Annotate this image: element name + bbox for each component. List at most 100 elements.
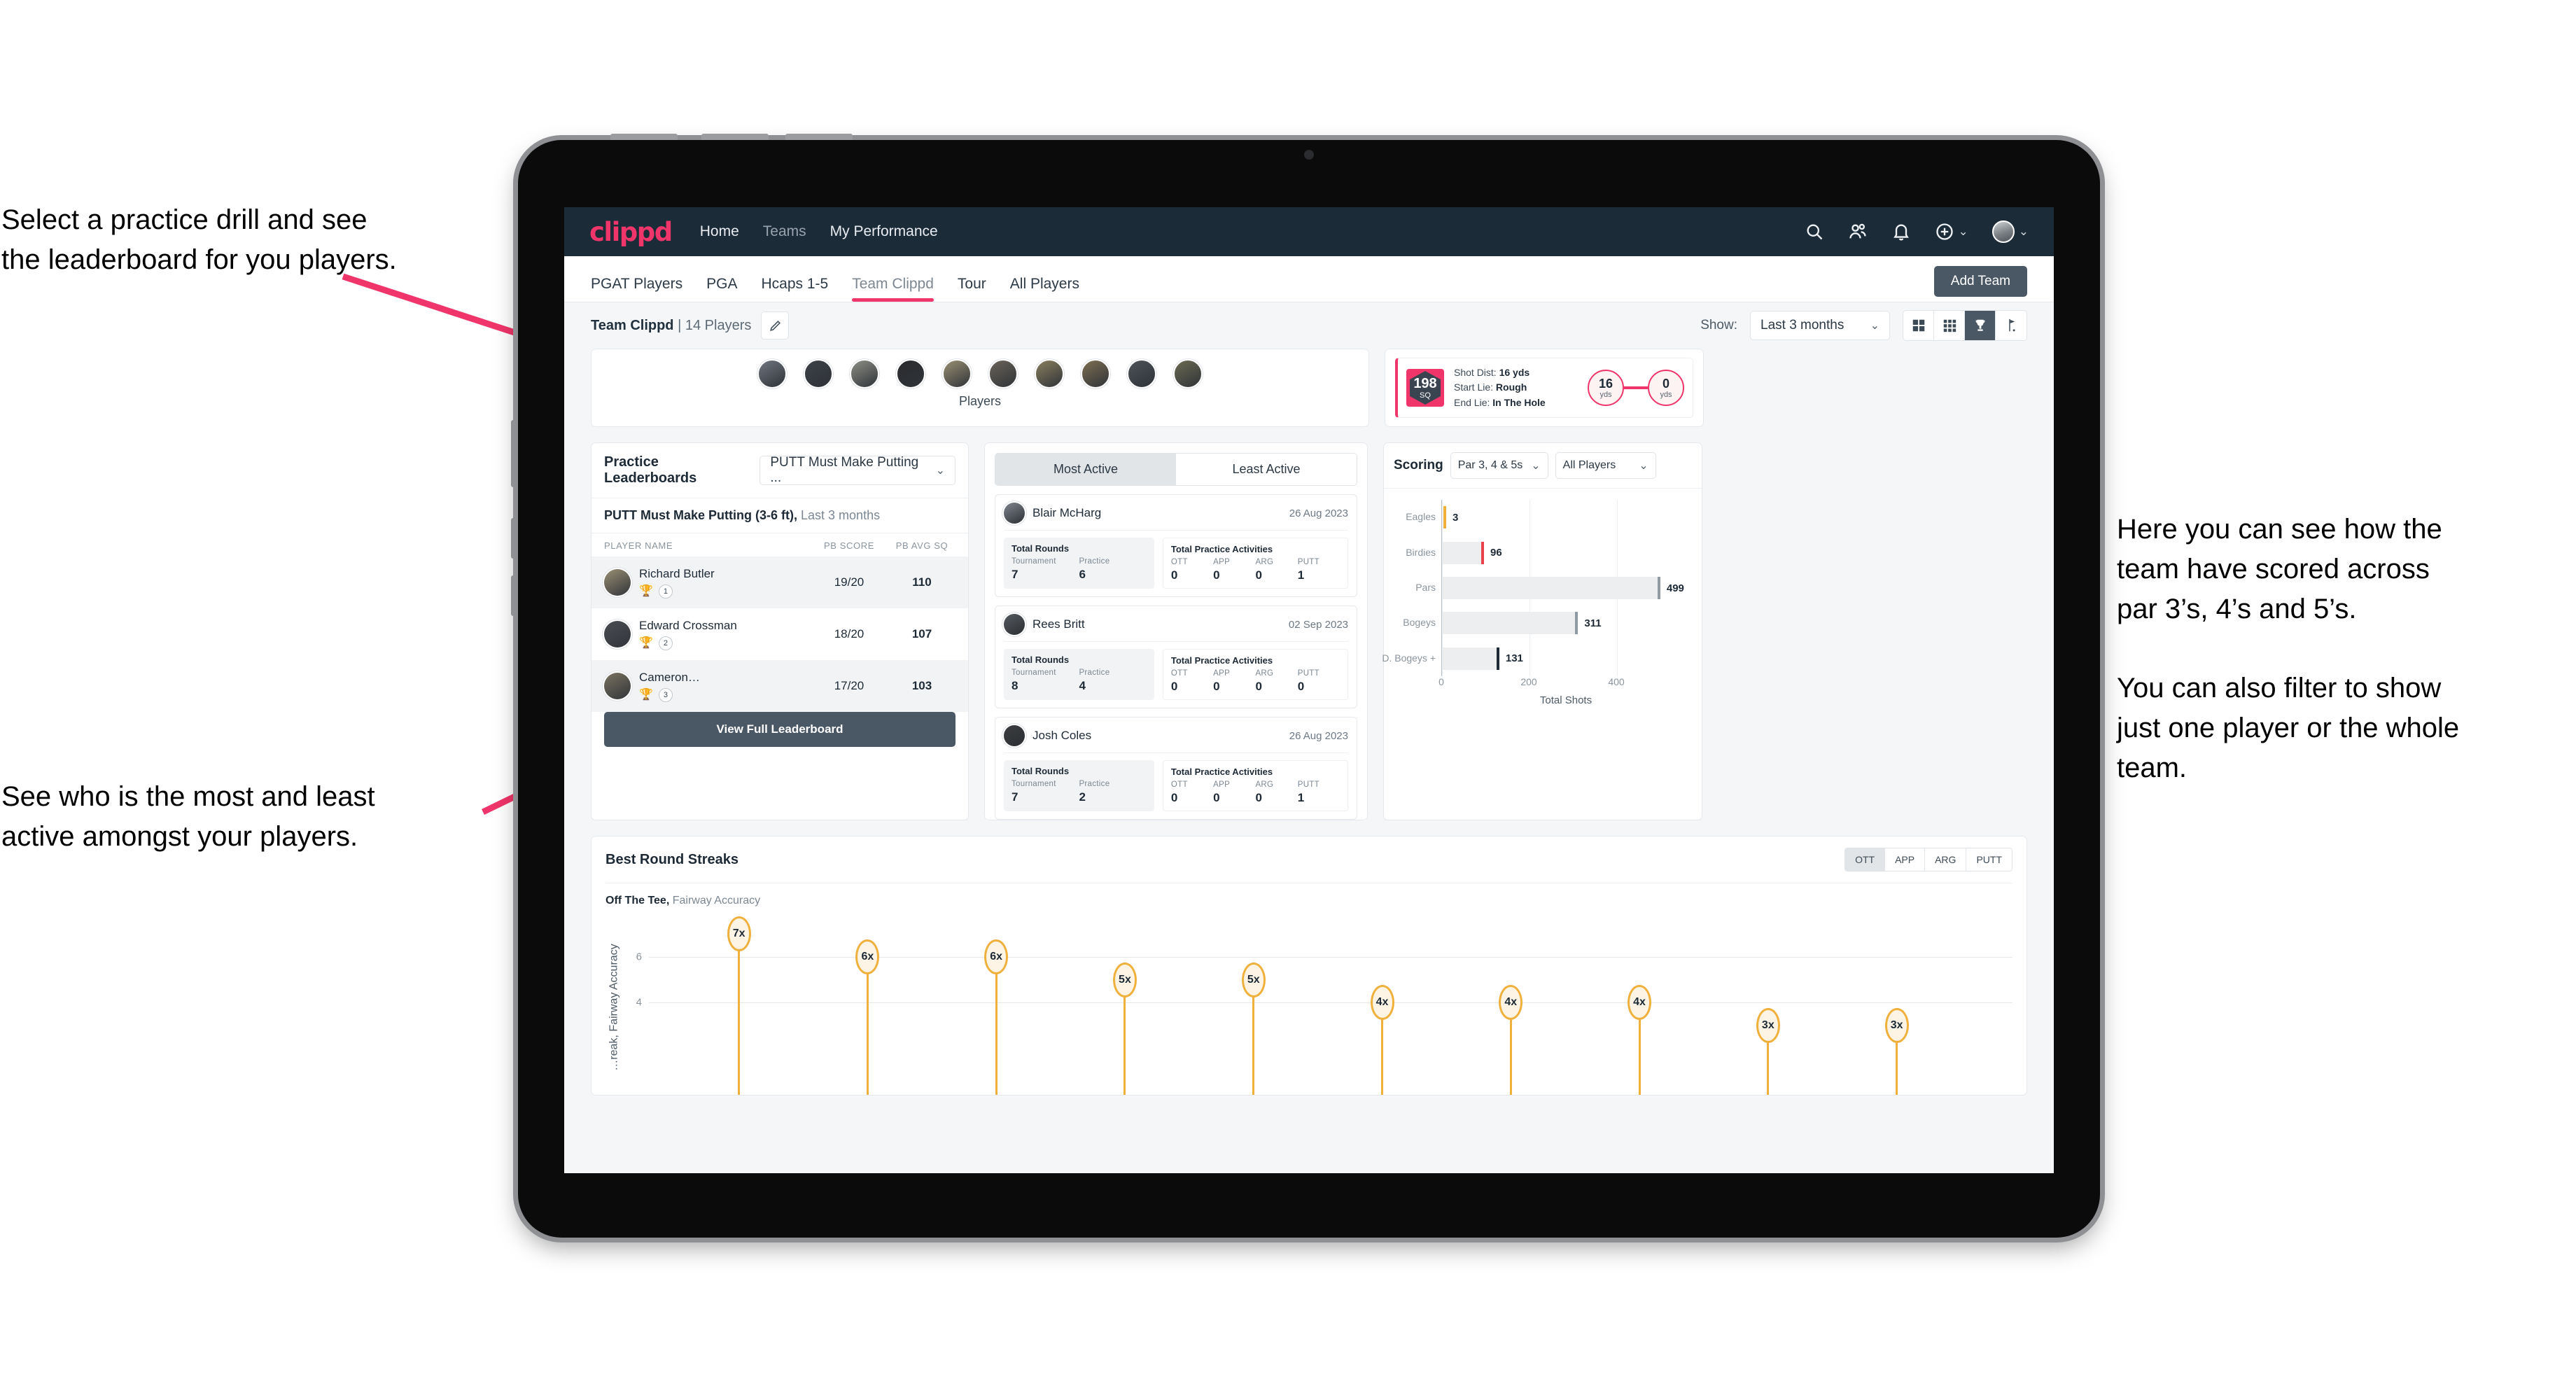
players-strip-card: Players <box>591 349 1369 427</box>
bar-cap <box>1657 577 1660 599</box>
table-row[interactable]: Richard Butler 🏆 1 19/20 110 <box>592 556 968 608</box>
streak-marker[interactable]: 4x <box>1499 985 1523 1021</box>
player-avatar[interactable] <box>1035 359 1064 388</box>
team-name: Team Clippd <box>591 317 674 333</box>
hexagon-icon: 198 SQ <box>1410 371 1441 405</box>
bar-category-label: Bogeys <box>1403 617 1436 629</box>
streak-marker[interactable]: 4x <box>1628 985 1652 1021</box>
streaks-btn-arg[interactable]: ARG <box>1925 848 1967 871</box>
tab-all-players[interactable]: All Players <box>1010 276 1079 302</box>
scoring-header: Scoring Par 3, 4 & 5s ⌄ All Players ⌄ <box>1384 443 1702 489</box>
search-icon[interactable] <box>1805 222 1824 241</box>
player-avatar[interactable] <box>1127 359 1156 388</box>
add-menu[interactable]: ⌄ <box>1935 222 1968 241</box>
tab-pgat-players[interactable]: PGAT Players <box>591 276 682 302</box>
bar-value-label: 3 <box>1452 511 1459 524</box>
view-toggle-trophy[interactable] <box>1965 311 1996 340</box>
streaks-btn-putt[interactable]: PUTT <box>1966 848 2012 871</box>
streaks-title: Best Round Streaks <box>606 851 739 867</box>
streaks-btn-ott[interactable]: OTT <box>1845 848 1886 871</box>
view-toggle-grid-small[interactable] <box>1934 311 1965 340</box>
annotation-top-left: Select a practice drill and see the lead… <box>1 204 397 275</box>
team-sub-bar: Team Clippd | 14 Players Show: Last 3 mo… <box>564 302 2054 349</box>
profile-menu[interactable]: ⌄ <box>1991 220 2029 243</box>
tab-tour[interactable]: Tour <box>958 276 986 302</box>
stat-value: 7 <box>1011 568 1018 581</box>
team-separator: | <box>678 317 682 333</box>
chevron-down-icon[interactable]: ⌄ <box>2019 225 2029 239</box>
par-filter-select[interactable]: Par 3, 4 & 5s ⌄ <box>1450 452 1548 479</box>
streak-marker[interactable]: 6x <box>855 939 880 974</box>
edit-team-button[interactable] <box>761 312 790 340</box>
streak-marker[interactable]: 5x <box>1112 962 1137 997</box>
people-icon[interactable] <box>1848 222 1868 241</box>
stat-value: 0 <box>1213 568 1220 582</box>
table-row[interactable]: Cameron… 🏆 3 17/20 103 <box>592 660 968 712</box>
nav-link-teams[interactable]: Teams <box>763 223 806 240</box>
streaks-btn-app[interactable]: APP <box>1885 848 1926 871</box>
view-toggle-grid-large[interactable] <box>1903 311 1934 340</box>
leaderboard-rows: Richard Butler 🏆 1 19/20 110 Edward Crossman 🏆… <box>592 556 968 712</box>
streaks-plot-area: 4 6 7x 6x 6x 5x 5x 4x 4x 4x 3x 3x <box>636 916 2012 1095</box>
streak-stem <box>866 956 869 1095</box>
player-avatar[interactable] <box>1081 359 1110 388</box>
player-avatar[interactable] <box>988 359 1018 388</box>
bar-cap <box>1443 506 1446 529</box>
drill-select[interactable]: PUTT Must Make Putting ... ⌄ <box>760 455 955 485</box>
team-player-count: 14 Players <box>685 317 752 333</box>
streaks-subtitle: Off The Tee, Fairway Accuracy <box>592 883 2026 907</box>
stat-app: APP 0 <box>1213 669 1255 694</box>
tab-least-active[interactable]: Least Active <box>1176 454 1357 485</box>
date-range-select[interactable]: Last 3 months ⌄ <box>1750 311 1890 340</box>
tab-team-clippd[interactable]: Team Clippd <box>852 276 934 302</box>
clippd-logo[interactable]: clippd <box>589 217 673 247</box>
stat-tournament: Tournament 7 <box>1011 557 1079 582</box>
list-item[interactable]: Blair McHarg 26 Aug 2023 Total Rounds Tourn… <box>995 494 1357 597</box>
streak-marker[interactable]: 4x <box>1370 985 1394 1021</box>
streak-marker[interactable]: 7x <box>727 916 751 951</box>
nav-link-my-performance[interactable]: My Performance <box>830 223 938 240</box>
tab-pga[interactable]: PGA <box>706 276 737 302</box>
leaderboard-columns: PLAYER NAME PB SCORE PB AVG SQ <box>592 533 968 556</box>
bell-icon[interactable] <box>1891 222 1911 241</box>
activity-item-header: Rees Britt 02 Sep 2023 <box>1004 614 1348 642</box>
drill-select-value: PUTT Must Make Putting ... <box>770 455 919 485</box>
start-distance-value: 16 <box>1598 376 1614 391</box>
stat-value: 2 <box>1079 790 1086 804</box>
chevron-down-icon[interactable]: ⌄ <box>1959 225 1968 239</box>
add-team-button[interactable]: Add Team <box>1933 266 2027 297</box>
view-toggle-golf-flag[interactable] <box>1996 311 2026 340</box>
player-filter-select[interactable]: All Players ⌄ <box>1555 452 1656 479</box>
plus-circle-icon[interactable] <box>1935 222 1954 241</box>
tab-hcaps-1-5[interactable]: Hcaps 1-5 <box>761 276 828 302</box>
stat-practice: Practice 2 <box>1079 780 1146 804</box>
leaderboard-player: Richard Butler 🏆 1 <box>604 567 810 598</box>
streak-marker[interactable]: 3x <box>1756 1008 1780 1044</box>
player-avatar[interactable] <box>804 359 833 388</box>
activity-items: Blair McHarg 26 Aug 2023 Total Rounds Tourn… <box>985 494 1367 820</box>
streak-marker[interactable]: 3x <box>1884 1008 1909 1044</box>
player-avatar[interactable] <box>896 359 925 388</box>
streak-marker[interactable]: 5x <box>1241 962 1266 997</box>
player-avatar[interactable] <box>942 359 972 388</box>
table-row[interactable]: Edward Crossman 🏆 2 18/20 107 <box>592 608 968 660</box>
streak-marker[interactable]: 6x <box>984 939 1009 974</box>
activity-date: 26 Aug 2023 <box>1289 507 1348 519</box>
list-item[interactable]: Rees Britt 02 Sep 2023 Total Rounds Tournam… <box>995 606 1357 708</box>
avatar[interactable] <box>1991 220 2015 243</box>
stat-putt: PUTT 0 <box>1298 669 1340 694</box>
stat-arg: ARG 0 <box>1255 780 1297 805</box>
nav-link-home[interactable]: Home <box>700 223 739 240</box>
player-avatar[interactable] <box>757 359 787 388</box>
player-avatar[interactable] <box>1173 359 1203 388</box>
bar-value-label: 131 <box>1505 652 1523 665</box>
tab-most-active[interactable]: Most Active <box>995 454 1176 485</box>
team-tabs: PGAT Players PGA Hcaps 1-5 Team Clippd T… <box>591 276 1079 302</box>
player-avatar[interactable] <box>850 359 879 388</box>
activity-stats: Total Rounds Tournament 7 Practice 6 Total Pr… <box>1004 538 1348 589</box>
leaderboard-player-info: Edward Crossman 🏆 2 <box>639 619 737 650</box>
pencil-icon <box>769 320 780 331</box>
chart-bar <box>1442 612 1578 635</box>
list-item[interactable]: Josh Coles 26 Aug 2023 Total Rounds Tournam… <box>995 717 1357 820</box>
view-full-leaderboard-button[interactable]: View Full Leaderboard <box>604 712 955 747</box>
